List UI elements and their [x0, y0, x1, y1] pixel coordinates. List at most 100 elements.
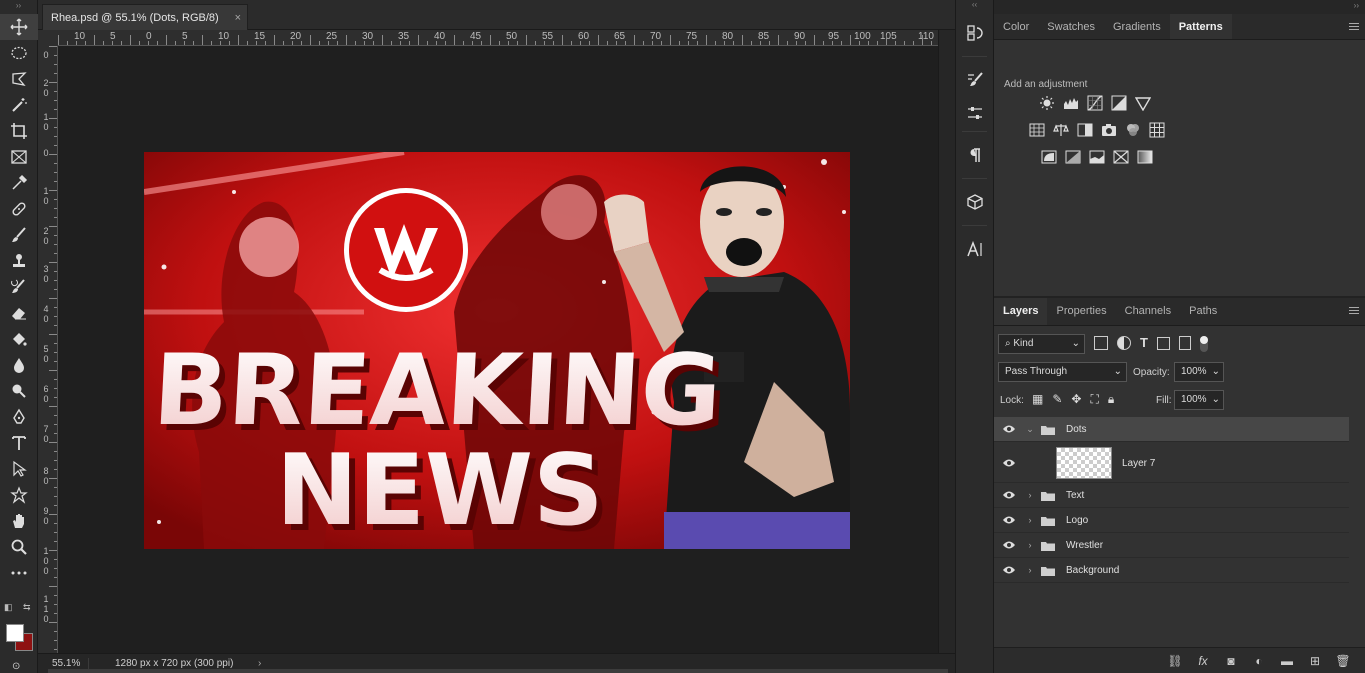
lock-transparent-pixels-icon[interactable]: ▦	[1032, 392, 1043, 407]
layer-row-text[interactable]: › Text	[994, 483, 1349, 508]
invert-icon[interactable]	[1040, 148, 1058, 166]
smart-object-filter-icon[interactable]	[1178, 336, 1191, 350]
layer-row-dots[interactable]: ⌄ Dots	[994, 417, 1349, 442]
color-tab-gradients[interactable]: Gradients	[1104, 14, 1170, 39]
path-selection-tool-icon[interactable]	[0, 456, 38, 482]
gradient-map-icon[interactable]	[1136, 148, 1154, 166]
status-menu-chevron-icon[interactable]: ›	[258, 658, 261, 669]
layers-tab-properties[interactable]: Properties	[1047, 298, 1115, 325]
filter-kind-select[interactable]: ⌕ Kind ⌄	[998, 334, 1085, 354]
curves-icon[interactable]	[1086, 94, 1104, 112]
layers-tab-paths[interactable]: Paths	[1180, 298, 1226, 325]
layer-row-layer-7[interactable]: Layer 7	[994, 444, 1349, 483]
swap-colors-icon[interactable]: ⇆	[23, 602, 31, 613]
brush-tool-icon[interactable]	[0, 222, 38, 248]
paragraph-panel-icon[interactable]	[956, 136, 994, 174]
lock-artboard-icon[interactable]: ⛶	[1090, 392, 1098, 407]
visibility-eye-icon[interactable]	[994, 540, 1024, 550]
layer-row-logo[interactable]: › Logo	[994, 508, 1349, 533]
collapse-right-dock-icon[interactable]: ››	[994, 0, 1365, 14]
color-balance-icon[interactable]	[1052, 121, 1070, 139]
foreground-color[interactable]	[6, 624, 24, 642]
expand-group-icon[interactable]: ›	[1024, 540, 1036, 550]
photo-filter-icon[interactable]	[1100, 121, 1118, 139]
horizontal-ruler[interactable]: 10 5 0 5 10 15 20 25 30 35 40 45 50 55 60 65 70 75 80 85 90 9…	[58, 30, 938, 46]
lock-position-icon[interactable]: ✥	[1071, 392, 1081, 407]
layer-row-wrestler[interactable]: › Wrestler	[994, 533, 1349, 558]
paint-bucket-tool-icon[interactable]	[0, 326, 38, 352]
selective-color-icon[interactable]	[1112, 148, 1130, 166]
type-layer-filter-icon[interactable]: T	[1140, 336, 1148, 352]
visibility-eye-icon[interactable]	[994, 490, 1024, 500]
clone-stamp-tool-icon[interactable]	[0, 248, 38, 274]
visibility-eye-icon[interactable]	[994, 458, 1024, 468]
character-panel-icon[interactable]	[956, 230, 994, 268]
collapse-group-icon[interactable]: ⌄	[1024, 424, 1036, 435]
posterize-icon[interactable]	[1064, 148, 1082, 166]
lock-image-pixels-icon[interactable]: ✎	[1052, 392, 1062, 407]
visibility-eye-icon[interactable]	[994, 565, 1024, 575]
document-tab[interactable]: Rhea.psd @ 55.1% (Dots, RGB/8) ×	[42, 4, 248, 30]
vertical-ruler[interactable]: 02 01 001 02 03 04 05 06 07 08 09 01 0 0…	[38, 46, 58, 653]
black-white-icon[interactable]	[1076, 121, 1094, 139]
expand-group-icon[interactable]: ›	[1024, 565, 1036, 575]
new-group-icon[interactable]: ▬	[1279, 653, 1295, 669]
dodge-tool-icon[interactable]	[0, 378, 38, 404]
layers-tab-layers[interactable]: Layers	[994, 298, 1048, 325]
threshold-icon[interactable]	[1088, 148, 1106, 166]
exposure-icon[interactable]	[1110, 94, 1128, 112]
color-tab-swatches[interactable]: Swatches	[1038, 14, 1104, 39]
history-panel-icon[interactable]	[956, 14, 994, 52]
fill-input[interactable]: 100% ⌄	[1174, 390, 1224, 410]
magic-wand-tool-icon[interactable]	[0, 92, 38, 118]
collapse-toolbar-icon[interactable]: ››	[0, 0, 37, 14]
3d-panel-icon[interactable]	[956, 183, 994, 221]
hue-saturation-icon[interactable]	[1028, 121, 1046, 139]
hand-tool-icon[interactable]	[0, 508, 38, 534]
visibility-eye-icon[interactable]	[994, 515, 1024, 525]
history-brush-tool-icon[interactable]	[0, 274, 38, 300]
vibrance-icon[interactable]	[1134, 94, 1152, 112]
pixel-layer-filter-icon[interactable]	[1094, 336, 1108, 350]
zoom-level[interactable]: 55.1%	[38, 658, 88, 669]
properties-sliders-icon[interactable]	[956, 99, 994, 127]
layer-thumbnail[interactable]	[1056, 447, 1112, 479]
move-tool-icon[interactable]	[0, 14, 38, 40]
color-lookup-icon[interactable]	[1148, 121, 1166, 139]
marquee-tool-icon[interactable]	[0, 40, 38, 66]
levels-icon[interactable]	[1062, 94, 1080, 112]
shape-tool-icon[interactable]	[0, 482, 38, 508]
color-tab-patterns[interactable]: Patterns	[1169, 14, 1232, 39]
zoom-tool-icon[interactable]	[0, 534, 38, 560]
new-layer-icon[interactable]: ⊞	[1307, 653, 1323, 669]
panel-menu-icon[interactable]	[1349, 23, 1359, 32]
color-tab-color[interactable]: Color	[994, 14, 1038, 39]
adjustment-layer-filter-icon[interactable]	[1117, 336, 1131, 350]
close-document-icon[interactable]: ×	[235, 12, 241, 24]
blend-mode-select[interactable]: Pass Through ⌄	[998, 362, 1127, 382]
expand-group-icon[interactable]: ›	[1024, 490, 1036, 500]
brightness-contrast-icon[interactable]	[1038, 94, 1056, 112]
more-tools-icon[interactable]	[0, 560, 38, 586]
eyedropper-tool-icon[interactable]	[0, 170, 38, 196]
layer-style-fx-icon[interactable]: fx	[1195, 653, 1211, 669]
panel-menu-icon[interactable]	[1349, 307, 1359, 316]
layers-tab-channels[interactable]: Channels	[1116, 298, 1180, 325]
crop-tool-icon[interactable]	[0, 118, 38, 144]
link-layers-icon[interactable]: ⛓	[1167, 653, 1183, 669]
frame-tool-icon[interactable]	[0, 144, 38, 170]
add-mask-icon[interactable]: ◙	[1223, 653, 1239, 669]
expand-group-icon[interactable]: ›	[1024, 515, 1036, 525]
lock-all-icon[interactable]: 🔒︎	[1108, 392, 1114, 407]
blur-tool-icon[interactable]	[0, 352, 38, 378]
channel-mixer-icon[interactable]	[1124, 121, 1142, 139]
collapse-dock-icon[interactable]: ‹‹	[956, 0, 993, 14]
visibility-eye-icon[interactable]	[994, 424, 1024, 434]
pen-tool-icon[interactable]	[0, 404, 38, 430]
healing-brush-tool-icon[interactable]	[0, 196, 38, 222]
eraser-tool-icon[interactable]	[0, 300, 38, 326]
delete-layer-icon[interactable]: 🗑︎	[1335, 653, 1351, 669]
opacity-input[interactable]: 100% ⌄	[1174, 362, 1224, 382]
type-tool-icon[interactable]	[0, 430, 38, 456]
ruler-origin[interactable]	[38, 30, 58, 46]
